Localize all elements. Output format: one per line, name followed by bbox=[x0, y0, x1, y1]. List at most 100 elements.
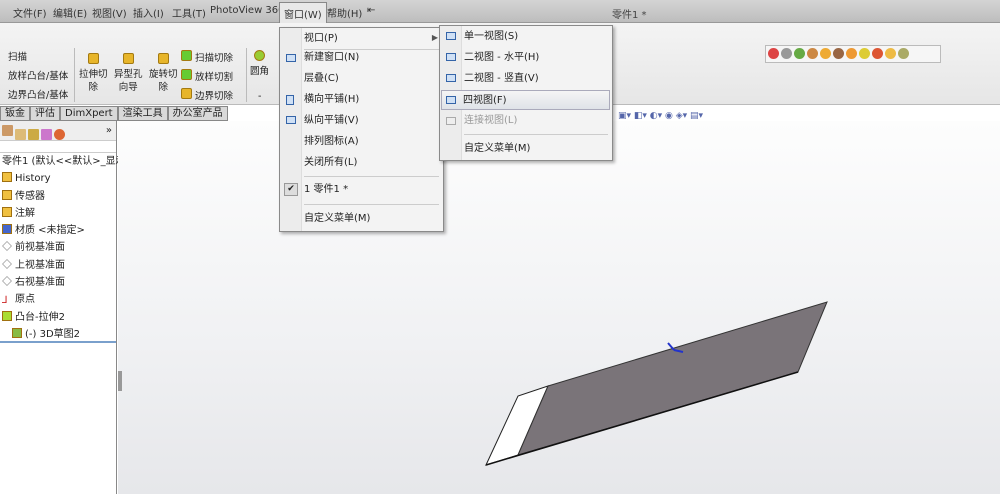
menu-item-close-all[interactable]: 关闭所有(L) bbox=[302, 153, 441, 173]
menu-item-link-views: 连接视图(L) bbox=[464, 115, 518, 126]
fillet-button[interactable]: 圆角 bbox=[250, 50, 269, 78]
sketch-icon bbox=[12, 327, 22, 338]
four-view-icon bbox=[446, 96, 456, 104]
two-view-vertical-icon bbox=[446, 74, 456, 82]
tree-item-boss-extrude[interactable]: 凸台-拉伸2 bbox=[0, 309, 116, 326]
tree-item-top-plane[interactable]: 上视基准面 bbox=[0, 257, 116, 274]
render-toolbar bbox=[765, 45, 941, 63]
menu-photoview[interactable]: PhotoView 360 bbox=[210, 5, 285, 16]
menu-bar: 文件(F) 编辑(E) 视图(V) 插入(I) 工具(T) PhotoView … bbox=[0, 0, 1000, 25]
menu-item-two-view-vertical[interactable]: 二视图 - 竖直(V) bbox=[462, 69, 610, 89]
boundary-cut-button[interactable]: 边界切除 bbox=[181, 88, 233, 103]
part-top-face bbox=[517, 301, 828, 456]
hole-wizard-button[interactable]: 异型孔 向导 bbox=[114, 53, 143, 94]
tree-item-sensors[interactable]: 传感器 bbox=[0, 188, 116, 205]
part-model bbox=[485, 301, 828, 466]
appearance-icon[interactable] bbox=[768, 48, 779, 59]
sweep-cut-icon bbox=[181, 50, 192, 61]
tree-item-material[interactable]: 材质 <未指定> bbox=[0, 222, 116, 239]
menu-tools[interactable]: 工具(T) bbox=[172, 5, 206, 20]
feature-manager: » 零件1 (默认<<默认>_显示 History 传感器 注解 材质 <未指定… bbox=[0, 121, 126, 494]
feature-tree-icon[interactable] bbox=[2, 125, 13, 136]
tab-dimxpert[interactable]: DimXpert bbox=[60, 106, 118, 121]
menu-item-two-view-horizontal[interactable]: 二视图 - 水平(H) bbox=[462, 48, 610, 68]
boundary-cut-icon bbox=[181, 88, 192, 99]
sensor-icon bbox=[2, 189, 12, 200]
light-icon[interactable] bbox=[820, 48, 831, 59]
tree-item-annotations[interactable]: 注解 bbox=[0, 205, 116, 222]
schedule-icon[interactable] bbox=[885, 48, 896, 59]
tree-item-history[interactable]: History bbox=[0, 170, 116, 187]
decal-icon[interactable] bbox=[807, 48, 818, 59]
window-title: 零件1 * bbox=[612, 10, 647, 21]
extrude-cut-icon bbox=[87, 53, 99, 64]
menu-item-four-view[interactable]: 四视图(F) bbox=[441, 90, 610, 110]
tab-evaluate[interactable]: 评估 bbox=[30, 106, 60, 121]
sweep-button[interactable]: 扫描 bbox=[8, 51, 27, 64]
menu-edit[interactable]: 编辑(E) bbox=[53, 5, 87, 20]
menu-item-single-view[interactable]: 单一视图(S) bbox=[462, 27, 610, 47]
check-icon: ✔ bbox=[284, 183, 298, 196]
menu-help[interactable]: 帮助(H) bbox=[327, 5, 362, 20]
scene-icon[interactable] bbox=[794, 48, 805, 59]
camera-icon[interactable] bbox=[833, 48, 844, 59]
loft-button[interactable]: 放样凸台/基体 bbox=[8, 70, 68, 83]
expand-icon[interactable]: » bbox=[106, 125, 112, 136]
menu-file[interactable]: 文件(F) bbox=[13, 5, 47, 20]
plane-icon bbox=[2, 241, 12, 252]
tab-office-products[interactable]: 办公室产品 bbox=[167, 106, 228, 121]
graphics-area[interactable]: ▣▾ ◧▾ ◐▾ ◉ ◈▾ ▤▾ bbox=[118, 111, 1000, 494]
two-view-horizontal-icon bbox=[446, 53, 456, 61]
extrude-cut-button[interactable]: 拉伸切除 bbox=[79, 53, 108, 94]
menu-item-part1[interactable]: 1 零件1 * bbox=[302, 180, 441, 200]
boundary-button[interactable]: 边界凸台/基体 bbox=[8, 89, 68, 102]
tab-sheet-metal[interactable]: 钣金 bbox=[0, 106, 30, 121]
dimxpert-icon[interactable] bbox=[41, 129, 52, 140]
single-view-icon bbox=[446, 32, 456, 40]
loft-cut-button[interactable]: 放样切割 bbox=[181, 69, 233, 84]
render-icon[interactable] bbox=[846, 48, 857, 59]
menu-item-arrange-icons[interactable]: 排列图标(A) bbox=[302, 132, 441, 152]
link-views-icon bbox=[446, 117, 456, 125]
panel-splitter[interactable] bbox=[118, 371, 122, 391]
fillet-icon bbox=[254, 50, 265, 61]
sweep-cut-button[interactable]: 扫描切除 bbox=[181, 50, 233, 65]
tree-item-3d-sketch[interactable]: (-) 3D草图2 bbox=[0, 326, 116, 344]
display-icon[interactable] bbox=[54, 129, 65, 140]
command-tabs: 钣金 评估 DimXpert 渲染工具 办公室产品 bbox=[0, 106, 228, 121]
annotation-icon bbox=[2, 206, 12, 217]
submenu-arrow-icon: ▶ bbox=[431, 33, 438, 42]
tree-item-right-plane[interactable]: 右视基准面 bbox=[0, 274, 116, 291]
pin-icon[interactable]: ⇤ bbox=[367, 5, 375, 16]
revolve-cut-button[interactable]: 旋转切除 bbox=[149, 53, 178, 94]
property-icon[interactable] bbox=[15, 129, 26, 140]
material-icon bbox=[2, 224, 12, 235]
menu-item-tile-vertical[interactable]: 纵向平铺(V) bbox=[302, 111, 441, 131]
menu-item-customize[interactable]: 自定义菜单(M) bbox=[302, 209, 441, 229]
tab-render-tools[interactable]: 渲染工具 bbox=[117, 106, 168, 121]
hole-wizard-icon bbox=[122, 53, 134, 64]
final-render-icon[interactable] bbox=[898, 48, 909, 59]
menu-item-tile-horizontal[interactable]: 横向平铺(H) bbox=[302, 90, 441, 110]
config-icon[interactable] bbox=[28, 129, 39, 140]
edit-icon[interactable] bbox=[781, 48, 792, 59]
plane-icon bbox=[2, 258, 12, 269]
tree-item-part[interactable]: 零件1 (默认<<默认>_显示 bbox=[0, 153, 126, 170]
menu-window[interactable]: 窗口(W) bbox=[279, 2, 327, 25]
menu-view[interactable]: 视图(V) bbox=[92, 5, 127, 20]
menu-item-viewport[interactable]: 视口(P) bbox=[302, 29, 441, 49]
options-icon[interactable] bbox=[872, 48, 883, 59]
menu-item-new-window[interactable]: 新建窗口(N) bbox=[302, 48, 441, 68]
menu-item-cascade[interactable]: 层叠(C) bbox=[302, 69, 441, 89]
tree-item-origin[interactable]: ⅃ 原点 bbox=[0, 291, 116, 308]
tree-filter[interactable] bbox=[0, 141, 116, 153]
tree-item-front-plane[interactable]: 前视基准面 bbox=[0, 239, 116, 256]
revolve-cut-icon bbox=[157, 53, 169, 64]
menu-insert[interactable]: 插入(I) bbox=[133, 5, 164, 20]
plane-icon bbox=[2, 276, 12, 287]
viewport-submenu: 单一视图(S) 二视图 - 水平(H) 二视图 - 竖直(V) 四视图(F) 连… bbox=[439, 25, 613, 161]
menu-item-customize-menu[interactable]: 自定义菜单(M) bbox=[462, 139, 610, 159]
more-button[interactable]: - bbox=[258, 90, 261, 103]
window-menu: 视口(P) ▶ 新建窗口(N) 层叠(C) 横向平铺(H) 纵向平铺(V) 排列… bbox=[279, 27, 444, 232]
preview-icon[interactable] bbox=[859, 48, 870, 59]
